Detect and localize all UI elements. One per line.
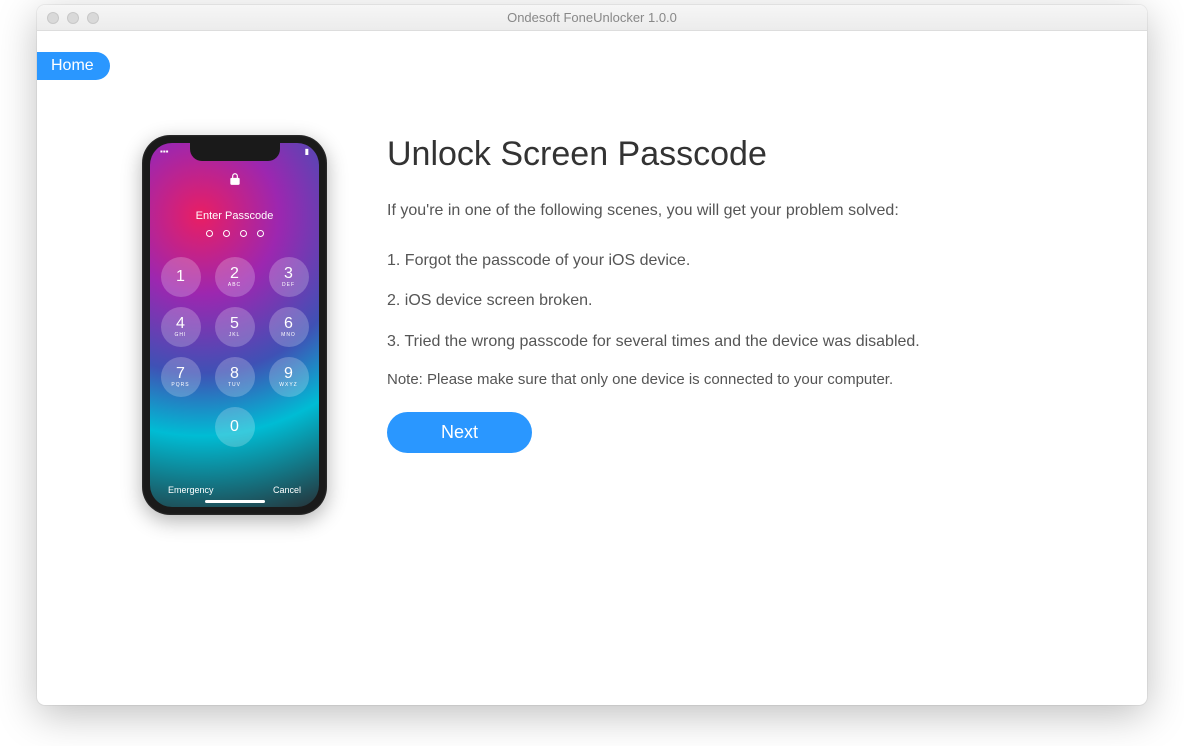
- app-window: Ondesoft FoneUnlocker 1.0.0 Home ▪▪▪ ▮ E…: [37, 5, 1147, 705]
- keypad-5: 5JKL: [215, 307, 255, 347]
- home-button[interactable]: Home: [37, 52, 110, 80]
- phone-mockup: ▪▪▪ ▮ Enter Passcode 1 2ABC 3DEF: [142, 135, 327, 515]
- traffic-lights: [47, 12, 99, 24]
- emergency-label: Emergency: [168, 485, 214, 495]
- passcode-dots: [206, 230, 264, 237]
- keypad-6: 6MNO: [269, 307, 309, 347]
- keypad: 1 2ABC 3DEF 4GHI 5JKL 6MNO 7PQRS 8TUV 9W…: [161, 257, 309, 447]
- content-area: ▪▪▪ ▮ Enter Passcode 1 2ABC 3DEF: [142, 135, 1087, 515]
- minimize-icon[interactable]: [67, 12, 79, 24]
- note-text: Note: Please make sure that only one dev…: [387, 371, 1087, 388]
- scene-2: 2. iOS device screen broken.: [387, 290, 947, 312]
- window-title: Ondesoft FoneUnlocker 1.0.0: [37, 10, 1147, 25]
- titlebar: Ondesoft FoneUnlocker 1.0.0: [37, 5, 1147, 31]
- home-indicator: [205, 500, 265, 503]
- phone-notch: [190, 143, 280, 161]
- keypad-4: 4GHI: [161, 307, 201, 347]
- scene-3: 3. Tried the wrong passcode for several …: [387, 331, 947, 353]
- enter-passcode-label: Enter Passcode: [196, 210, 274, 222]
- next-button[interactable]: Next: [387, 412, 532, 453]
- scene-1: 1. Forgot the passcode of your iOS devic…: [387, 250, 947, 272]
- passcode-dot: [257, 230, 264, 237]
- keypad-1: 1: [161, 257, 201, 297]
- keypad-9: 9WXYZ: [269, 357, 309, 397]
- keypad-2: 2ABC: [215, 257, 255, 297]
- phone-screen: ▪▪▪ ▮ Enter Passcode 1 2ABC 3DEF: [150, 143, 319, 507]
- cancel-label: Cancel: [273, 485, 301, 495]
- passcode-dot: [206, 230, 213, 237]
- signal-icon: ▪▪▪: [160, 147, 169, 156]
- page-title: Unlock Screen Passcode: [387, 135, 1087, 174]
- maximize-icon[interactable]: [87, 12, 99, 24]
- text-content: Unlock Screen Passcode If you're in one …: [387, 135, 1087, 515]
- close-icon[interactable]: [47, 12, 59, 24]
- passcode-dot: [223, 230, 230, 237]
- phone-bottom-row: Emergency Cancel: [150, 485, 319, 495]
- intro-text: If you're in one of the following scenes…: [387, 202, 1087, 220]
- passcode-dot: [240, 230, 247, 237]
- keypad-0: 0: [215, 407, 255, 447]
- keypad-8: 8TUV: [215, 357, 255, 397]
- battery-icon: ▮: [305, 147, 309, 156]
- lock-icon: [228, 170, 242, 188]
- keypad-3: 3DEF: [269, 257, 309, 297]
- keypad-7: 7PQRS: [161, 357, 201, 397]
